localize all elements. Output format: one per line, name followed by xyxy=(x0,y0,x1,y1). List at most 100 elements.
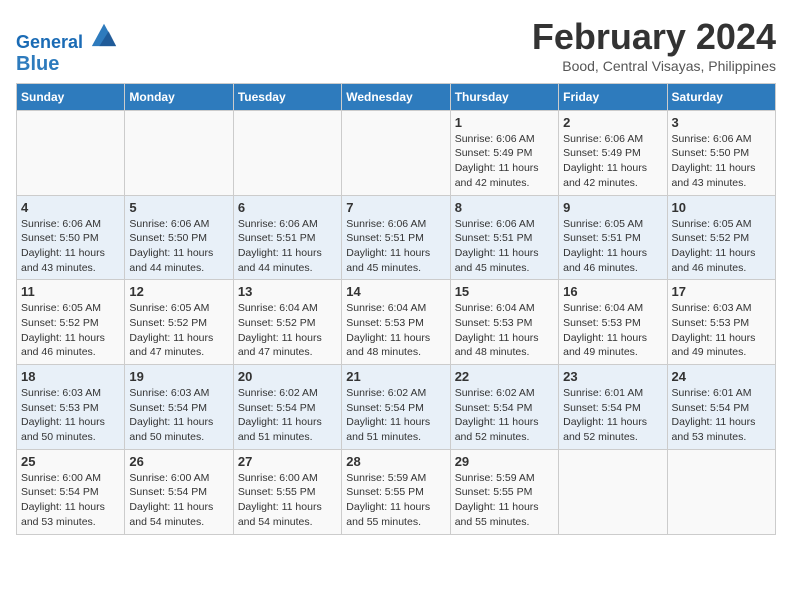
day-info: Sunrise: 6:05 AM Sunset: 5:52 PM Dayligh… xyxy=(21,301,120,360)
calendar-cell xyxy=(342,110,450,195)
day-info: Sunrise: 6:06 AM Sunset: 5:50 PM Dayligh… xyxy=(129,217,228,276)
day-number: 14 xyxy=(346,284,445,299)
main-title: February 2024 xyxy=(532,16,776,58)
calendar-cell: 15 Sunrise: 6:04 AM Sunset: 5:53 PM Dayli… xyxy=(450,280,558,365)
week-row-0: 1 Sunrise: 6:06 AM Sunset: 5:49 PM Daylig… xyxy=(17,110,776,195)
day-info: Sunrise: 6:04 AM Sunset: 5:53 PM Dayligh… xyxy=(346,301,445,360)
day-number: 16 xyxy=(563,284,662,299)
day-number: 24 xyxy=(672,369,771,384)
calendar-cell: 3Sunrise: 6:06 AM Sunset: 5:50 PM Daylig… xyxy=(667,110,775,195)
day-info: Sunrise: 6:03 AM Sunset: 5:54 PM Dayligh… xyxy=(129,386,228,445)
day-number: 11 xyxy=(21,284,120,299)
calendar-cell: 4Sunrise: 6:06 AM Sunset: 5:50 PM Daylig… xyxy=(17,195,125,280)
day-info: Sunrise: 6:00 AM Sunset: 5:54 PM Dayligh… xyxy=(21,471,120,530)
day-number: 5 xyxy=(129,200,228,215)
page-header: General Blue February 2024 Bood, Central… xyxy=(16,16,776,75)
week-row-1: 4Sunrise: 6:06 AM Sunset: 5:50 PM Daylig… xyxy=(17,195,776,280)
day-number: 2 xyxy=(563,115,662,130)
calendar-cell: 29Sunrise: 5:59 AM Sunset: 5:55 PM Dayli… xyxy=(450,449,558,534)
day-info: Sunrise: 6:04 AM Sunset: 5:52 PM Dayligh… xyxy=(238,301,337,360)
calendar-cell: 7 Sunrise: 6:06 AM Sunset: 5:51 PM Daylig… xyxy=(342,195,450,280)
day-info: Sunrise: 6:01 AM Sunset: 5:54 PM Dayligh… xyxy=(563,386,662,445)
calendar-cell: 25 Sunrise: 6:00 AM Sunset: 5:54 PM Dayli… xyxy=(17,449,125,534)
calendar-cell: 16Sunrise: 6:04 AM Sunset: 5:53 PM Dayli… xyxy=(559,280,667,365)
calendar-cell: 9 Sunrise: 6:05 AM Sunset: 5:51 PM Daylig… xyxy=(559,195,667,280)
day-number: 6 xyxy=(238,200,337,215)
day-number: 1 xyxy=(455,115,554,130)
day-info: Sunrise: 6:00 AM Sunset: 5:55 PM Dayligh… xyxy=(238,471,337,530)
day-info: Sunrise: 6:06 AM Sunset: 5:50 PM Dayligh… xyxy=(672,132,771,191)
day-number: 25 xyxy=(21,454,120,469)
day-number: 15 xyxy=(455,284,554,299)
calendar-cell xyxy=(559,449,667,534)
day-number: 10 xyxy=(672,200,771,215)
calendar-cell: 1 Sunrise: 6:06 AM Sunset: 5:49 PM Daylig… xyxy=(450,110,558,195)
logo: General Blue xyxy=(16,20,118,75)
col-header-tuesday: Tuesday xyxy=(233,83,341,110)
day-info: Sunrise: 6:06 AM Sunset: 5:51 PM Dayligh… xyxy=(455,217,554,276)
day-number: 21 xyxy=(346,369,445,384)
day-info: Sunrise: 6:04 AM Sunset: 5:53 PM Dayligh… xyxy=(455,301,554,360)
calendar-cell: 18 Sunrise: 6:03 AM Sunset: 5:53 PM Dayli… xyxy=(17,365,125,450)
col-header-sunday: Sunday xyxy=(17,83,125,110)
day-info: Sunrise: 6:06 AM Sunset: 5:49 PM Dayligh… xyxy=(455,132,554,191)
day-number: 17 xyxy=(672,284,771,299)
calendar-cell: 27 Sunrise: 6:00 AM Sunset: 5:55 PM Dayli… xyxy=(233,449,341,534)
col-header-thursday: Thursday xyxy=(450,83,558,110)
logo-icon xyxy=(90,20,118,48)
calendar-cell: 17 Sunrise: 6:03 AM Sunset: 5:53 PM Dayli… xyxy=(667,280,775,365)
calendar-cell: 2 Sunrise: 6:06 AM Sunset: 5:49 PM Daylig… xyxy=(559,110,667,195)
calendar-table: SundayMondayTuesdayWednesdayThursdayFrid… xyxy=(16,83,776,535)
day-info: Sunrise: 6:03 AM Sunset: 5:53 PM Dayligh… xyxy=(672,301,771,360)
calendar-cell: 22 Sunrise: 6:02 AM Sunset: 5:54 PM Dayli… xyxy=(450,365,558,450)
day-info: Sunrise: 6:02 AM Sunset: 5:54 PM Dayligh… xyxy=(455,386,554,445)
day-number: 9 xyxy=(563,200,662,215)
day-info: Sunrise: 6:06 AM Sunset: 5:50 PM Dayligh… xyxy=(21,217,120,276)
day-info: Sunrise: 5:59 AM Sunset: 5:55 PM Dayligh… xyxy=(455,471,554,530)
calendar-cell: 26Sunrise: 6:00 AM Sunset: 5:54 PM Dayli… xyxy=(125,449,233,534)
day-number: 7 xyxy=(346,200,445,215)
day-info: Sunrise: 6:03 AM Sunset: 5:53 PM Dayligh… xyxy=(21,386,120,445)
week-row-2: 11 Sunrise: 6:05 AM Sunset: 5:52 PM Dayli… xyxy=(17,280,776,365)
day-number: 22 xyxy=(455,369,554,384)
day-info: Sunrise: 6:02 AM Sunset: 5:54 PM Dayligh… xyxy=(346,386,445,445)
day-info: Sunrise: 6:06 AM Sunset: 5:51 PM Dayligh… xyxy=(346,217,445,276)
day-number: 23 xyxy=(563,369,662,384)
week-row-4: 25 Sunrise: 6:00 AM Sunset: 5:54 PM Dayli… xyxy=(17,449,776,534)
calendar-cell xyxy=(125,110,233,195)
calendar-cell xyxy=(17,110,125,195)
day-info: Sunrise: 6:02 AM Sunset: 5:54 PM Dayligh… xyxy=(238,386,337,445)
calendar-cell xyxy=(667,449,775,534)
title-block: February 2024 Bood, Central Visayas, Phi… xyxy=(532,16,776,74)
calendar-cell: 12Sunrise: 6:05 AM Sunset: 5:52 PM Dayli… xyxy=(125,280,233,365)
calendar-cell: 13Sunrise: 6:04 AM Sunset: 5:52 PM Dayli… xyxy=(233,280,341,365)
calendar-cell: 28 Sunrise: 5:59 AM Sunset: 5:55 PM Dayli… xyxy=(342,449,450,534)
day-info: Sunrise: 6:06 AM Sunset: 5:49 PM Dayligh… xyxy=(563,132,662,191)
day-info: Sunrise: 6:05 AM Sunset: 5:52 PM Dayligh… xyxy=(672,217,771,276)
day-number: 27 xyxy=(238,454,337,469)
calendar-cell: 20 Sunrise: 6:02 AM Sunset: 5:54 PM Dayli… xyxy=(233,365,341,450)
col-header-saturday: Saturday xyxy=(667,83,775,110)
calendar-cell: 19 Sunrise: 6:03 AM Sunset: 5:54 PM Dayli… xyxy=(125,365,233,450)
logo-blue: Blue xyxy=(16,53,59,75)
calendar-cell: 6 Sunrise: 6:06 AM Sunset: 5:51 PM Daylig… xyxy=(233,195,341,280)
day-number: 19 xyxy=(129,369,228,384)
logo-general: General xyxy=(16,32,83,52)
calendar-cell: 21 Sunrise: 6:02 AM Sunset: 5:54 PM Dayli… xyxy=(342,365,450,450)
day-info: Sunrise: 5:59 AM Sunset: 5:55 PM Dayligh… xyxy=(346,471,445,530)
day-number: 28 xyxy=(346,454,445,469)
subtitle: Bood, Central Visayas, Philippines xyxy=(532,58,776,74)
day-number: 26 xyxy=(129,454,228,469)
calendar-cell: 8Sunrise: 6:06 AM Sunset: 5:51 PM Daylig… xyxy=(450,195,558,280)
calendar-cell: 10 Sunrise: 6:05 AM Sunset: 5:52 PM Dayli… xyxy=(667,195,775,280)
day-number: 18 xyxy=(21,369,120,384)
day-number: 20 xyxy=(238,369,337,384)
calendar-header-row: SundayMondayTuesdayWednesdayThursdayFrid… xyxy=(17,83,776,110)
calendar-cell: 24Sunrise: 6:01 AM Sunset: 5:54 PM Dayli… xyxy=(667,365,775,450)
week-row-3: 18 Sunrise: 6:03 AM Sunset: 5:53 PM Dayli… xyxy=(17,365,776,450)
day-info: Sunrise: 6:06 AM Sunset: 5:51 PM Dayligh… xyxy=(238,217,337,276)
calendar-cell: 5 Sunrise: 6:06 AM Sunset: 5:50 PM Daylig… xyxy=(125,195,233,280)
day-info: Sunrise: 6:05 AM Sunset: 5:51 PM Dayligh… xyxy=(563,217,662,276)
calendar-cell: 14 Sunrise: 6:04 AM Sunset: 5:53 PM Dayli… xyxy=(342,280,450,365)
col-header-friday: Friday xyxy=(559,83,667,110)
